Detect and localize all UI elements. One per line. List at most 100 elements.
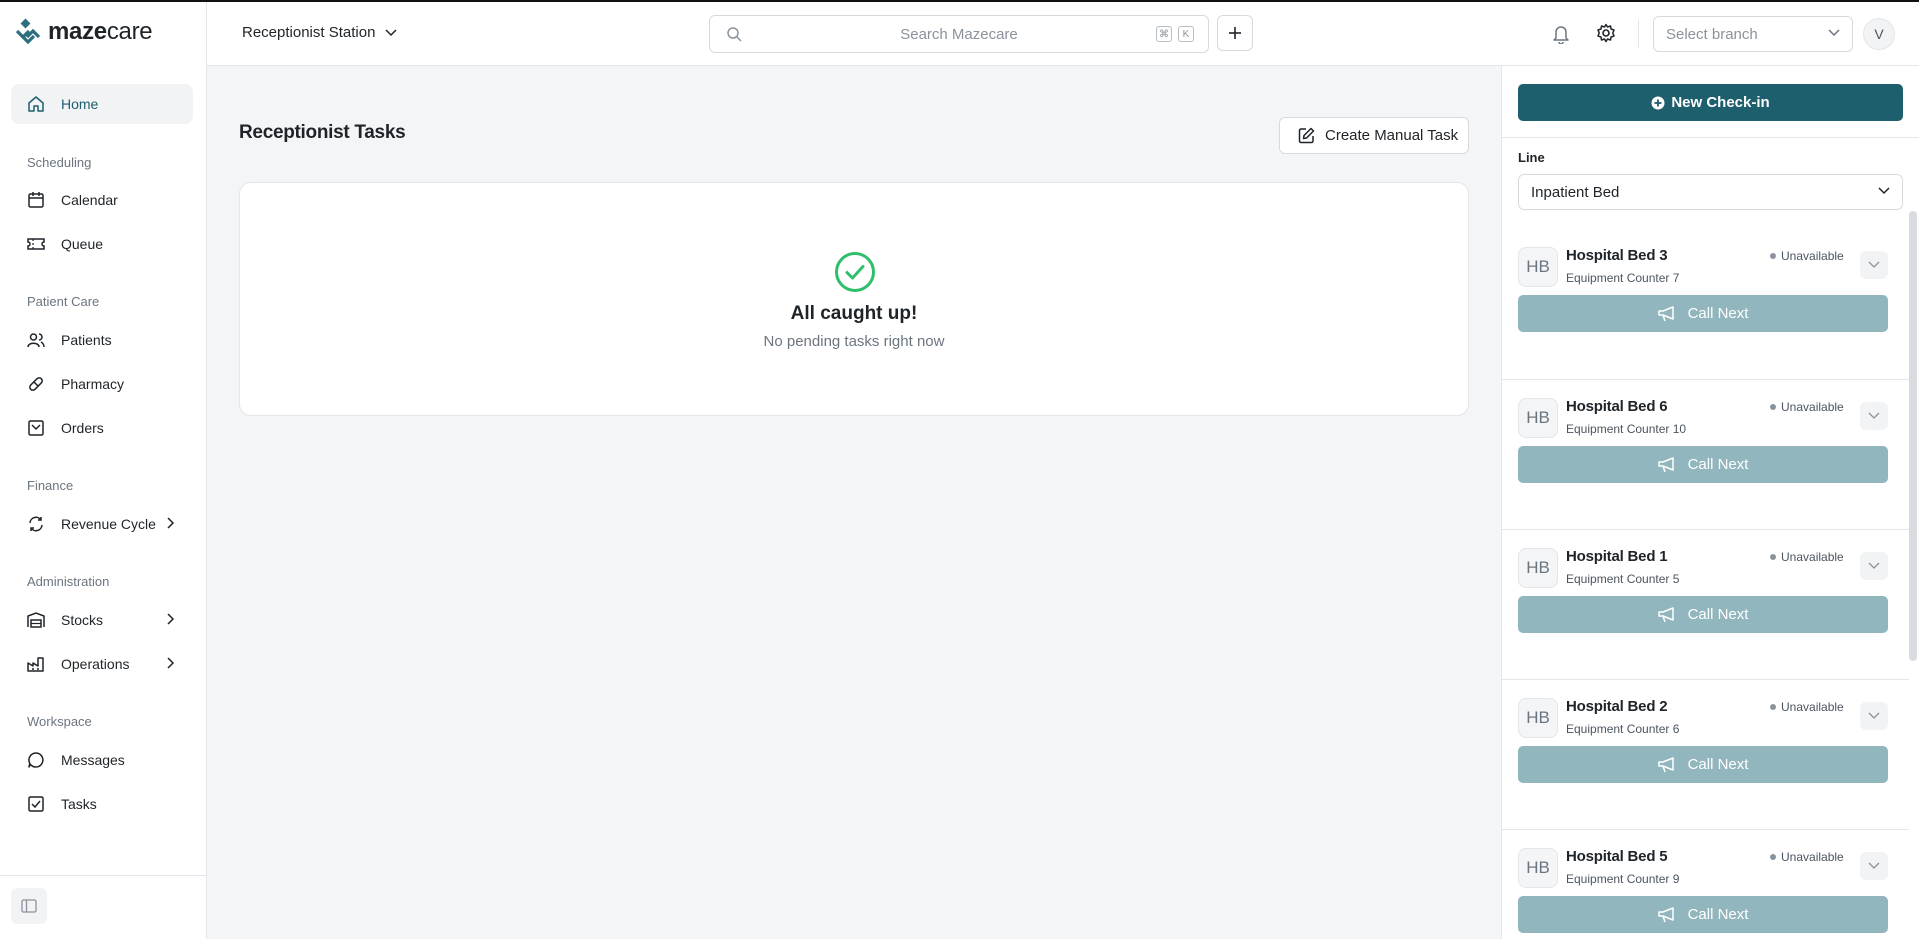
chevron-down-icon xyxy=(1868,712,1880,719)
new-check-in-label: New Check-in xyxy=(1671,94,1770,111)
ticket-icon xyxy=(27,235,45,253)
sidebar-item-label: Home xyxy=(61,96,99,112)
kbd-command-key: ⌘ xyxy=(1156,26,1172,42)
chevron-down-icon xyxy=(1868,261,1880,268)
search-placeholder: Search Mazecare xyxy=(900,26,1018,43)
collapse-sidebar-button[interactable] xyxy=(11,888,47,924)
new-check-in-button[interactable]: New Check-in xyxy=(1518,84,1903,121)
sidebar-item-revenue-cycle[interactable]: Revenue Cycle xyxy=(11,504,193,544)
warehouse-icon xyxy=(27,611,45,629)
notifications-button[interactable] xyxy=(1552,24,1570,49)
home-icon xyxy=(27,95,45,113)
status-dot xyxy=(1770,854,1776,860)
chevron-down-icon xyxy=(385,28,397,36)
expand-resource-button[interactable] xyxy=(1860,702,1888,730)
megaphone-icon xyxy=(1657,456,1674,472)
call-next-button[interactable]: Call Next xyxy=(1518,295,1888,332)
empty-state-subtitle: No pending tasks right now xyxy=(763,333,945,350)
check-circle-icon xyxy=(835,252,875,292)
edit-square-icon xyxy=(1298,127,1315,144)
sidebar-item-label: Queue xyxy=(61,236,104,252)
sidebar-item-messages[interactable]: Messages xyxy=(11,740,193,780)
call-next-label: Call Next xyxy=(1687,906,1749,923)
section-label-patient-care: Patient Care xyxy=(27,294,100,309)
sidebar: mazecare Home Scheduling Calendar Queue … xyxy=(0,2,207,939)
status-text: Unavailable xyxy=(1781,249,1844,263)
branch-select[interactable]: Select branch xyxy=(1653,16,1853,52)
resource-counter: Equipment Counter 7 xyxy=(1566,271,1680,285)
sidebar-toggle-icon xyxy=(21,899,37,913)
resource-avatar: HB xyxy=(1518,398,1558,438)
expand-resource-button[interactable] xyxy=(1860,852,1888,880)
sidebar-item-pharmacy[interactable]: Pharmacy xyxy=(11,364,193,404)
resource-card: HB Hospital Bed 6 Equipment Counter 10 U… xyxy=(1502,379,1909,529)
resource-counter: Equipment Counter 10 xyxy=(1566,422,1687,436)
resource-name: Hospital Bed 5 xyxy=(1566,848,1668,865)
sidebar-item-label: Calendar xyxy=(61,192,118,208)
status-text: Unavailable xyxy=(1781,850,1844,864)
megaphone-icon xyxy=(1657,906,1674,922)
empty-state-title: All caught up! xyxy=(790,303,918,324)
resource-card: HB Hospital Bed 3 Equipment Counter 7 Un… xyxy=(1502,229,1909,379)
resource-card: HB Hospital Bed 2 Equipment Counter 6 Un… xyxy=(1502,679,1909,829)
status-badge: Unavailable xyxy=(1770,400,1844,414)
status-dot xyxy=(1770,404,1776,410)
resource-avatar: HB xyxy=(1518,247,1558,287)
panel-scrollbar[interactable] xyxy=(1909,211,1917,661)
quick-add-button[interactable] xyxy=(1217,15,1253,51)
search-input[interactable]: Search Mazecare ⌘ K xyxy=(709,15,1209,53)
resource-counter: Equipment Counter 5 xyxy=(1566,572,1680,586)
sidebar-item-queue[interactable]: Queue xyxy=(11,224,193,264)
sidebar-item-label: Operations xyxy=(61,656,130,672)
sidebar-item-label: Revenue Cycle xyxy=(61,516,156,532)
resource-counter: Equipment Counter 9 xyxy=(1566,872,1680,886)
sidebar-item-stocks[interactable]: Stocks xyxy=(11,600,193,640)
mazecare-logo-icon xyxy=(15,18,41,45)
chevron-down-icon xyxy=(1868,862,1880,869)
call-next-button[interactable]: Call Next xyxy=(1518,896,1888,933)
resource-avatar: HB xyxy=(1518,848,1558,888)
sidebar-item-operations[interactable]: Operations xyxy=(11,644,193,684)
resource-avatar: HB xyxy=(1518,548,1558,588)
logo-text: mazecare xyxy=(48,18,153,45)
create-manual-task-button[interactable]: Create Manual Task xyxy=(1279,117,1469,154)
status-badge: Unavailable xyxy=(1770,850,1844,864)
expand-resource-button[interactable] xyxy=(1860,402,1888,430)
section-label-scheduling: Scheduling xyxy=(27,155,92,170)
sidebar-item-home[interactable]: Home xyxy=(11,84,193,124)
sidebar-item-calendar[interactable]: Calendar xyxy=(11,180,193,220)
empty-state-card: All caught up! No pending tasks right no… xyxy=(239,182,1469,416)
header-divider xyxy=(1638,20,1639,48)
resource-name: Hospital Bed 1 xyxy=(1566,548,1668,565)
megaphone-icon xyxy=(1657,606,1674,622)
plus-circle-icon xyxy=(1651,96,1665,109)
settings-button[interactable] xyxy=(1596,23,1616,48)
create-manual-task-label: Create Manual Task xyxy=(1325,127,1459,144)
station-selector[interactable]: Receptionist Station xyxy=(242,24,397,41)
top-header: Receptionist Station Search Mazecare ⌘ K… xyxy=(207,2,1919,66)
page-title: Receptionist Tasks xyxy=(239,122,406,143)
line-select[interactable]: Inpatient Bed xyxy=(1518,174,1903,210)
call-next-button[interactable]: Call Next xyxy=(1518,746,1888,783)
app-logo[interactable]: mazecare xyxy=(14,18,153,46)
call-next-label: Call Next xyxy=(1687,456,1749,473)
call-next-button[interactable]: Call Next xyxy=(1518,446,1888,483)
resource-name: Hospital Bed 3 xyxy=(1566,247,1668,264)
sidebar-item-patients[interactable]: Patients xyxy=(11,320,193,360)
status-badge: Unavailable xyxy=(1770,700,1844,714)
expand-resource-button[interactable] xyxy=(1860,552,1888,580)
sidebar-item-tasks[interactable]: Tasks xyxy=(11,784,193,824)
sidebar-item-label: Tasks xyxy=(61,796,97,812)
calendar-icon xyxy=(27,191,45,209)
resource-counter: Equipment Counter 6 xyxy=(1566,722,1680,736)
chevron-down-icon xyxy=(1868,412,1880,419)
line-select-value: Inpatient Bed xyxy=(1531,184,1620,201)
megaphone-icon xyxy=(1657,756,1674,772)
expand-resource-button[interactable] xyxy=(1860,251,1888,279)
sidebar-item-orders[interactable]: Orders xyxy=(11,408,193,448)
chevron-right-icon xyxy=(165,516,175,533)
user-avatar[interactable]: V xyxy=(1863,18,1895,50)
call-next-button[interactable]: Call Next xyxy=(1518,596,1888,633)
chevron-right-icon xyxy=(165,656,175,673)
bell-icon xyxy=(1553,26,1569,45)
